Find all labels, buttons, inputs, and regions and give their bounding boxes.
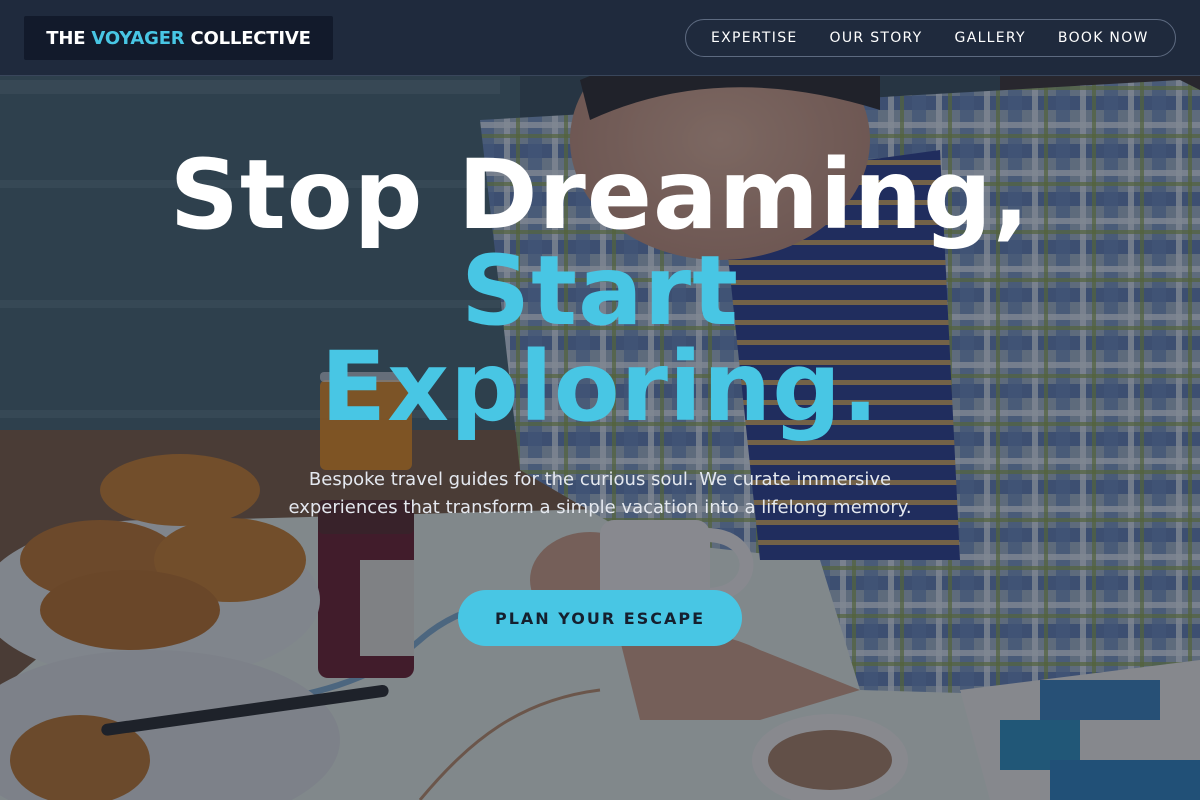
- top-navbar: THE VOYAGER COLLECTIVE EXPERTISE OUR STO…: [0, 0, 1200, 76]
- logo-text-voyager: VOYAGER: [91, 27, 185, 49]
- nav-link-book-now[interactable]: BOOK NOW: [1058, 30, 1149, 46]
- logo-text-the: THE: [46, 27, 86, 49]
- nav-link-our-story[interactable]: OUR STORY: [830, 30, 923, 46]
- headline-line-3: Exploring.: [320, 331, 880, 443]
- headline-line-2: Start: [460, 235, 740, 347]
- brand-logo[interactable]: THE VOYAGER COLLECTIVE: [24, 16, 333, 60]
- hero-headline: Stop Dreaming, Start Exploring.: [100, 147, 1100, 435]
- hero-subtitle: Bespoke travel guides for the curious so…: [288, 469, 912, 518]
- logo-text-collective: COLLECTIVE: [190, 27, 311, 49]
- plan-your-escape-button[interactable]: PLAN YOUR ESCAPE: [458, 590, 742, 646]
- nav-link-gallery[interactable]: GALLERY: [955, 30, 1026, 46]
- nav-link-expertise[interactable]: EXPERTISE: [711, 30, 798, 46]
- headline-line-1: Stop Dreaming,: [169, 139, 1031, 251]
- main-nav: EXPERTISE OUR STORY GALLERY BOOK NOW: [685, 19, 1176, 57]
